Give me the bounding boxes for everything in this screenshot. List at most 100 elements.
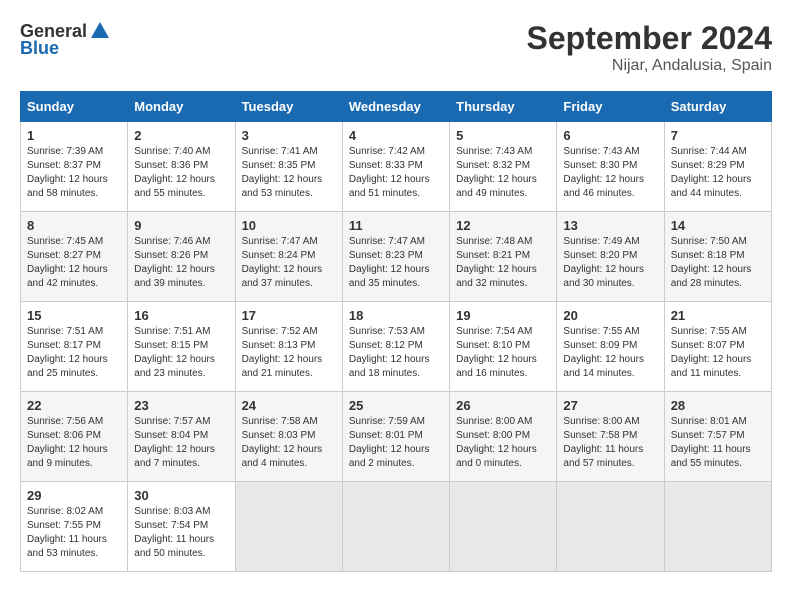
day-info: Sunrise: 7:56 AMSunset: 8:06 PMDaylight:… <box>27 416 108 469</box>
day-number: 16 <box>134 308 228 323</box>
col-saturday: Saturday <box>664 92 771 122</box>
day-number: 21 <box>671 308 765 323</box>
table-row: 24 Sunrise: 7:58 AMSunset: 8:03 PMDayligh… <box>235 392 342 482</box>
table-row: 30 Sunrise: 8:03 AMSunset: 7:54 PMDayligh… <box>128 482 235 572</box>
day-info: Sunrise: 7:42 AMSunset: 8:33 PMDaylight:… <box>349 146 430 199</box>
table-row: 17Sunrise: 7:52 AMSunset: 8:13 PMDayligh… <box>235 302 342 392</box>
table-row: 18Sunrise: 7:53 AMSunset: 8:12 PMDayligh… <box>342 302 449 392</box>
day-number: 11 <box>349 218 443 233</box>
day-info: Sunrise: 7:48 AMSunset: 8:21 PMDaylight:… <box>456 236 537 289</box>
day-number: 28 <box>671 398 765 413</box>
day-number: 6 <box>563 128 657 143</box>
day-info: Sunrise: 8:02 AMSunset: 7:55 PMDaylight:… <box>27 506 107 559</box>
day-number: 25 <box>349 398 443 413</box>
day-info: Sunrise: 8:03 AMSunset: 7:54 PMDaylight:… <box>134 506 214 559</box>
table-row: 26 Sunrise: 8:00 AMSunset: 8:00 PMDayligh… <box>450 392 557 482</box>
table-row: 5 Sunrise: 7:43 AMSunset: 8:32 PMDaylight… <box>450 122 557 212</box>
day-info: Sunrise: 7:58 AMSunset: 8:03 PMDaylight:… <box>242 416 323 469</box>
table-row <box>557 482 664 572</box>
day-number: 15 <box>27 308 121 323</box>
table-row: 3 Sunrise: 7:41 AMSunset: 8:35 PMDaylight… <box>235 122 342 212</box>
col-tuesday: Tuesday <box>235 92 342 122</box>
day-number: 23 <box>134 398 228 413</box>
day-info: Sunrise: 7:45 AMSunset: 8:27 PMDaylight:… <box>27 236 108 289</box>
calendar-table: Sunday Monday Tuesday Wednesday Thursday… <box>20 91 772 572</box>
table-row: 4 Sunrise: 7:42 AMSunset: 8:33 PMDaylight… <box>342 122 449 212</box>
logo-icon <box>89 20 111 42</box>
logo-blue: Blue <box>20 38 59 59</box>
table-row: 11 Sunrise: 7:47 AMSunset: 8:23 PMDayligh… <box>342 212 449 302</box>
day-number: 27 <box>563 398 657 413</box>
day-info: Sunrise: 7:55 AMSunset: 8:09 PMDaylight:… <box>563 326 644 379</box>
table-row <box>450 482 557 572</box>
day-number: 7 <box>671 128 765 143</box>
table-row: 16 Sunrise: 7:51 AMSunset: 8:15 PMDayligh… <box>128 302 235 392</box>
calendar-week-4: 22 Sunrise: 7:56 AMSunset: 8:06 PMDayligh… <box>21 392 772 482</box>
day-info: Sunrise: 7:39 AMSunset: 8:37 PMDaylight:… <box>27 146 108 199</box>
day-number: 10 <box>242 218 336 233</box>
table-row: 7Sunrise: 7:44 AMSunset: 8:29 PMDaylight… <box>664 122 771 212</box>
logo: General Blue <box>20 20 111 59</box>
day-info: Sunrise: 7:51 AMSunset: 8:15 PMDaylight:… <box>134 326 215 379</box>
day-number: 18 <box>349 308 443 323</box>
table-row: 13Sunrise: 7:49 AMSunset: 8:20 PMDayligh… <box>557 212 664 302</box>
table-row <box>342 482 449 572</box>
title-area: September 2024 Nijar, Andalusia, Spain <box>527 20 772 75</box>
calendar-week-1: 1 Sunrise: 7:39 AMSunset: 8:37 PMDaylight… <box>21 122 772 212</box>
day-number: 24 <box>242 398 336 413</box>
table-row: 15 Sunrise: 7:51 AMSunset: 8:17 PMDayligh… <box>21 302 128 392</box>
day-number: 29 <box>27 488 121 503</box>
day-info: Sunrise: 8:00 AMSunset: 8:00 PMDaylight:… <box>456 416 537 469</box>
table-row: 10 Sunrise: 7:47 AMSunset: 8:24 PMDayligh… <box>235 212 342 302</box>
location-title: Nijar, Andalusia, Spain <box>527 57 772 75</box>
day-info: Sunrise: 7:50 AMSunset: 8:18 PMDaylight:… <box>671 236 752 289</box>
table-row: 1 Sunrise: 7:39 AMSunset: 8:37 PMDaylight… <box>21 122 128 212</box>
col-sunday: Sunday <box>21 92 128 122</box>
day-info: Sunrise: 8:00 AMSunset: 7:58 PMDaylight:… <box>563 416 643 469</box>
day-number: 17 <box>242 308 336 323</box>
table-row: 6 Sunrise: 7:43 AMSunset: 8:30 PMDaylight… <box>557 122 664 212</box>
day-number: 8 <box>27 218 121 233</box>
day-info: Sunrise: 7:47 AMSunset: 8:24 PMDaylight:… <box>242 236 323 289</box>
day-number: 2 <box>134 128 228 143</box>
day-info: Sunrise: 7:59 AMSunset: 8:01 PMDaylight:… <box>349 416 430 469</box>
day-info: Sunrise: 7:55 AMSunset: 8:07 PMDaylight:… <box>671 326 752 379</box>
table-row: 27 Sunrise: 8:00 AMSunset: 7:58 PMDayligh… <box>557 392 664 482</box>
day-number: 26 <box>456 398 550 413</box>
day-number: 1 <box>27 128 121 143</box>
day-info: Sunrise: 7:51 AMSunset: 8:17 PMDaylight:… <box>27 326 108 379</box>
table-row: 12Sunrise: 7:48 AMSunset: 8:21 PMDayligh… <box>450 212 557 302</box>
day-info: Sunrise: 7:43 AMSunset: 8:32 PMDaylight:… <box>456 146 537 199</box>
calendar-week-3: 15 Sunrise: 7:51 AMSunset: 8:17 PMDayligh… <box>21 302 772 392</box>
header-row: Sunday Monday Tuesday Wednesday Thursday… <box>21 92 772 122</box>
day-number: 3 <box>242 128 336 143</box>
day-info: Sunrise: 7:47 AMSunset: 8:23 PMDaylight:… <box>349 236 430 289</box>
table-row: 29 Sunrise: 8:02 AMSunset: 7:55 PMDayligh… <box>21 482 128 572</box>
day-info: Sunrise: 7:43 AMSunset: 8:30 PMDaylight:… <box>563 146 644 199</box>
table-row: 2Sunrise: 7:40 AMSunset: 8:36 PMDaylight… <box>128 122 235 212</box>
day-number: 14 <box>671 218 765 233</box>
calendar-week-5: 29 Sunrise: 8:02 AMSunset: 7:55 PMDayligh… <box>21 482 772 572</box>
day-number: 5 <box>456 128 550 143</box>
day-info: Sunrise: 7:49 AMSunset: 8:20 PMDaylight:… <box>563 236 644 289</box>
day-number: 20 <box>563 308 657 323</box>
day-number: 22 <box>27 398 121 413</box>
table-row: 8 Sunrise: 7:45 AMSunset: 8:27 PMDaylight… <box>21 212 128 302</box>
day-number: 4 <box>349 128 443 143</box>
table-row: 22 Sunrise: 7:56 AMSunset: 8:06 PMDayligh… <box>21 392 128 482</box>
table-row <box>235 482 342 572</box>
day-number: 19 <box>456 308 550 323</box>
col-thursday: Thursday <box>450 92 557 122</box>
col-monday: Monday <box>128 92 235 122</box>
day-info: Sunrise: 7:57 AMSunset: 8:04 PMDaylight:… <box>134 416 215 469</box>
day-info: Sunrise: 7:46 AMSunset: 8:26 PMDaylight:… <box>134 236 215 289</box>
table-row: 21 Sunrise: 7:55 AMSunset: 8:07 PMDayligh… <box>664 302 771 392</box>
page-header: General Blue September 2024 Nijar, Andal… <box>20 20 772 75</box>
day-number: 9 <box>134 218 228 233</box>
table-row: 25 Sunrise: 7:59 AMSunset: 8:01 PMDayligh… <box>342 392 449 482</box>
day-info: Sunrise: 7:41 AMSunset: 8:35 PMDaylight:… <box>242 146 323 199</box>
calendar-week-2: 8 Sunrise: 7:45 AMSunset: 8:27 PMDaylight… <box>21 212 772 302</box>
day-number: 30 <box>134 488 228 503</box>
month-title: September 2024 <box>527 20 772 57</box>
table-row: 28Sunrise: 8:01 AMSunset: 7:57 PMDayligh… <box>664 392 771 482</box>
